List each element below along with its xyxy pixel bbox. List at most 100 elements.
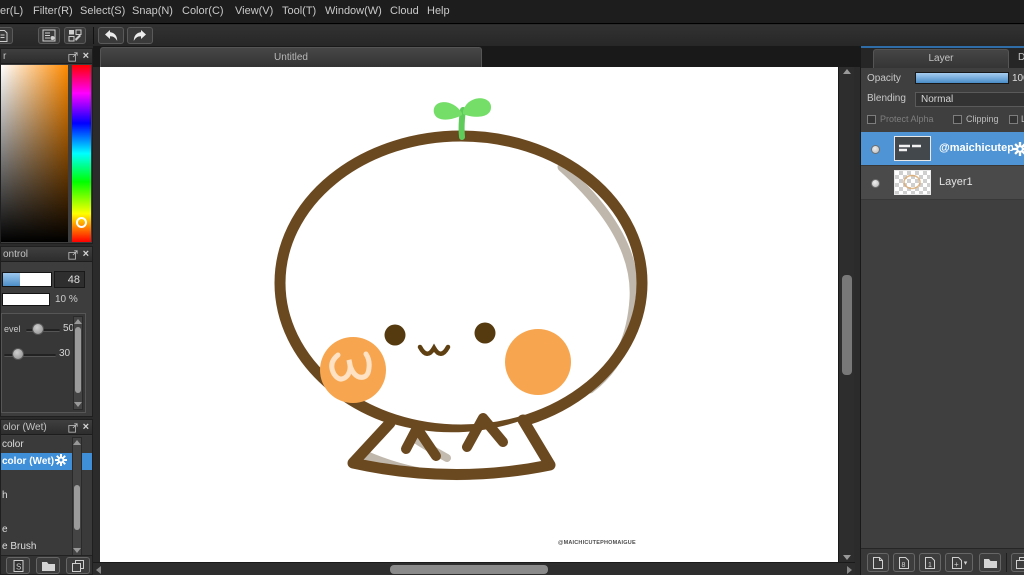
popout-icon[interactable] [67, 51, 78, 62]
thumbnail-sketch [903, 174, 921, 190]
scroll-up-icon[interactable] [73, 440, 81, 445]
grid-panel-icon-button[interactable] [64, 27, 86, 44]
scrollbar-thumb[interactable] [74, 485, 80, 530]
menu-filter[interactable]: Filter(R) [33, 5, 73, 17]
new-layer-button[interactable] [867, 553, 889, 572]
scroll-right-icon[interactable] [847, 566, 852, 574]
panel-list-icon-button[interactable] [38, 27, 60, 44]
popout-icon[interactable] [67, 249, 78, 260]
add-layer-dropdown-button[interactable]: + ▾ [945, 553, 973, 572]
brush-control-panel: ontrol × 48 10 % evel 50 30 [0, 246, 93, 417]
color-panel-title: r × [1, 49, 92, 64]
scrollbar-thumb[interactable] [842, 275, 852, 375]
blending-dropdown[interactable]: Normal [915, 92, 1024, 107]
color-panel: r × [0, 48, 93, 244]
saturation-value-picker[interactable] [1, 65, 68, 242]
redo-icon [133, 30, 146, 41]
layer-panel-footer: 8 1 + ▾ [861, 548, 1024, 575]
character-artwork [274, 98, 648, 481]
close-icon[interactable]: × [83, 50, 89, 63]
page-icon [0, 29, 7, 42]
brush-options-scrollbar[interactable] [73, 316, 83, 410]
canvas[interactable]: @MAICHICUTEPHOMAIGUE #HOIDAP247 -JIMMIE- [100, 67, 838, 562]
new-1bit-layer-icon: 1 [925, 556, 935, 569]
folder-icon [41, 561, 55, 571]
menu-view[interactable]: View(V) [235, 5, 273, 17]
menu-bar: er(L) Filter(R) Select(S) Snap(N) Color(… [0, 0, 1024, 24]
layer-visibility-dot[interactable] [871, 145, 880, 154]
layer-thumbnail[interactable] [894, 136, 931, 161]
layer-name: Layer1 [939, 176, 973, 188]
layer-opacity-slider[interactable] [915, 72, 1009, 84]
canvas-horizontal-scrollbar[interactable] [93, 562, 855, 575]
save-brush-button[interactable]: S [6, 557, 30, 574]
layer-opacity-fill [916, 73, 1008, 83]
document-tab-bar: Untitled [93, 46, 860, 67]
canvas-vertical-scrollbar[interactable] [838, 67, 854, 562]
document-icon[interactable] [0, 27, 13, 44]
menu-layer[interactable]: er(L) [0, 5, 23, 17]
layer-opacity-value: 100 [1012, 73, 1024, 84]
document-tab[interactable]: Untitled [100, 47, 482, 67]
menu-tool[interactable]: Tool(T) [282, 5, 316, 17]
layer-folder-button[interactable] [979, 553, 1001, 572]
brush-opacity-slider[interactable] [2, 293, 50, 306]
duplicate-icon [72, 559, 84, 572]
scroll-up-icon[interactable] [74, 319, 82, 324]
redo-button[interactable] [127, 27, 153, 44]
blending-label: Blending [867, 93, 906, 104]
scroll-up-icon[interactable] [843, 69, 851, 74]
svg-text:1: 1 [928, 562, 932, 569]
brush-list-title: olor (Wet) × [1, 420, 92, 435]
brush-list: color color (Wet) h e e Brush [1, 436, 92, 558]
scrollbar-thumb[interactable] [75, 327, 81, 393]
tab-layer[interactable]: Layer [873, 49, 1009, 68]
brush-folder-button[interactable] [36, 557, 60, 574]
new-8bit-layer-button[interactable]: 8 [893, 553, 915, 572]
brush-size-value[interactable]: 48 [54, 271, 85, 288]
grid-icon [68, 29, 82, 42]
menu-window[interactable]: Window(W) [325, 5, 382, 17]
new-1bit-layer-button[interactable]: 1 [919, 553, 941, 572]
brush-item-label: color (Wet) [2, 456, 55, 467]
menu-help[interactable]: Help [427, 5, 450, 17]
level-label: evel [4, 324, 21, 334]
close-icon[interactable]: × [83, 421, 89, 434]
menu-snap[interactable]: Snap(N) [132, 5, 173, 17]
layer-name: @maichicutephomaigue [939, 142, 1013, 154]
undo-button[interactable] [98, 27, 124, 44]
add-layer-icon: + [951, 556, 962, 569]
hue-bar[interactable] [72, 65, 91, 242]
protect-alpha-checkbox[interactable] [867, 115, 876, 124]
layer-row-selected[interactable]: @maichicutephomaigue [861, 132, 1024, 166]
svg-text:+: + [954, 560, 959, 569]
duplicate-layer-button[interactable] [1011, 553, 1024, 572]
menu-color[interactable]: Color(C) [182, 5, 224, 17]
brush-list-scrollbar[interactable] [72, 437, 82, 556]
scrollbar-thumb[interactable] [390, 565, 548, 574]
clipping-checkbox[interactable] [953, 115, 962, 124]
menu-cloud[interactable]: Cloud [390, 5, 419, 17]
close-icon[interactable]: × [83, 248, 89, 261]
brush-settings-gear-icon[interactable] [55, 454, 68, 466]
layer-row[interactable]: Layer1 [861, 166, 1024, 200]
scroll-down-icon[interactable] [843, 555, 851, 560]
tab-next-fragment[interactable]: D [1018, 52, 1024, 63]
scroll-down-icon[interactable] [73, 548, 81, 553]
second-slider-knob[interactable] [12, 348, 24, 360]
popout-icon[interactable] [67, 422, 78, 433]
scroll-down-icon[interactable] [74, 402, 82, 407]
hue-cursor[interactable] [76, 217, 87, 228]
brush-size-slider[interactable] [2, 272, 52, 287]
duplicate-brush-button[interactable] [66, 557, 90, 574]
layer-thumbnail[interactable] [894, 170, 931, 195]
scroll-left-icon[interactable] [96, 566, 101, 574]
brush-size-fill [3, 273, 21, 286]
menu-select[interactable]: Select(S) [80, 5, 125, 17]
lock-checkbox[interactable] [1009, 115, 1018, 124]
layer-tab-bar: Layer D [861, 48, 1024, 68]
level-slider-knob[interactable] [32, 323, 44, 335]
brush-options-box: evel 50 30 [1, 313, 86, 413]
layer-settings-gear-icon[interactable] [1013, 142, 1024, 156]
layer-visibility-dot[interactable] [871, 179, 880, 188]
